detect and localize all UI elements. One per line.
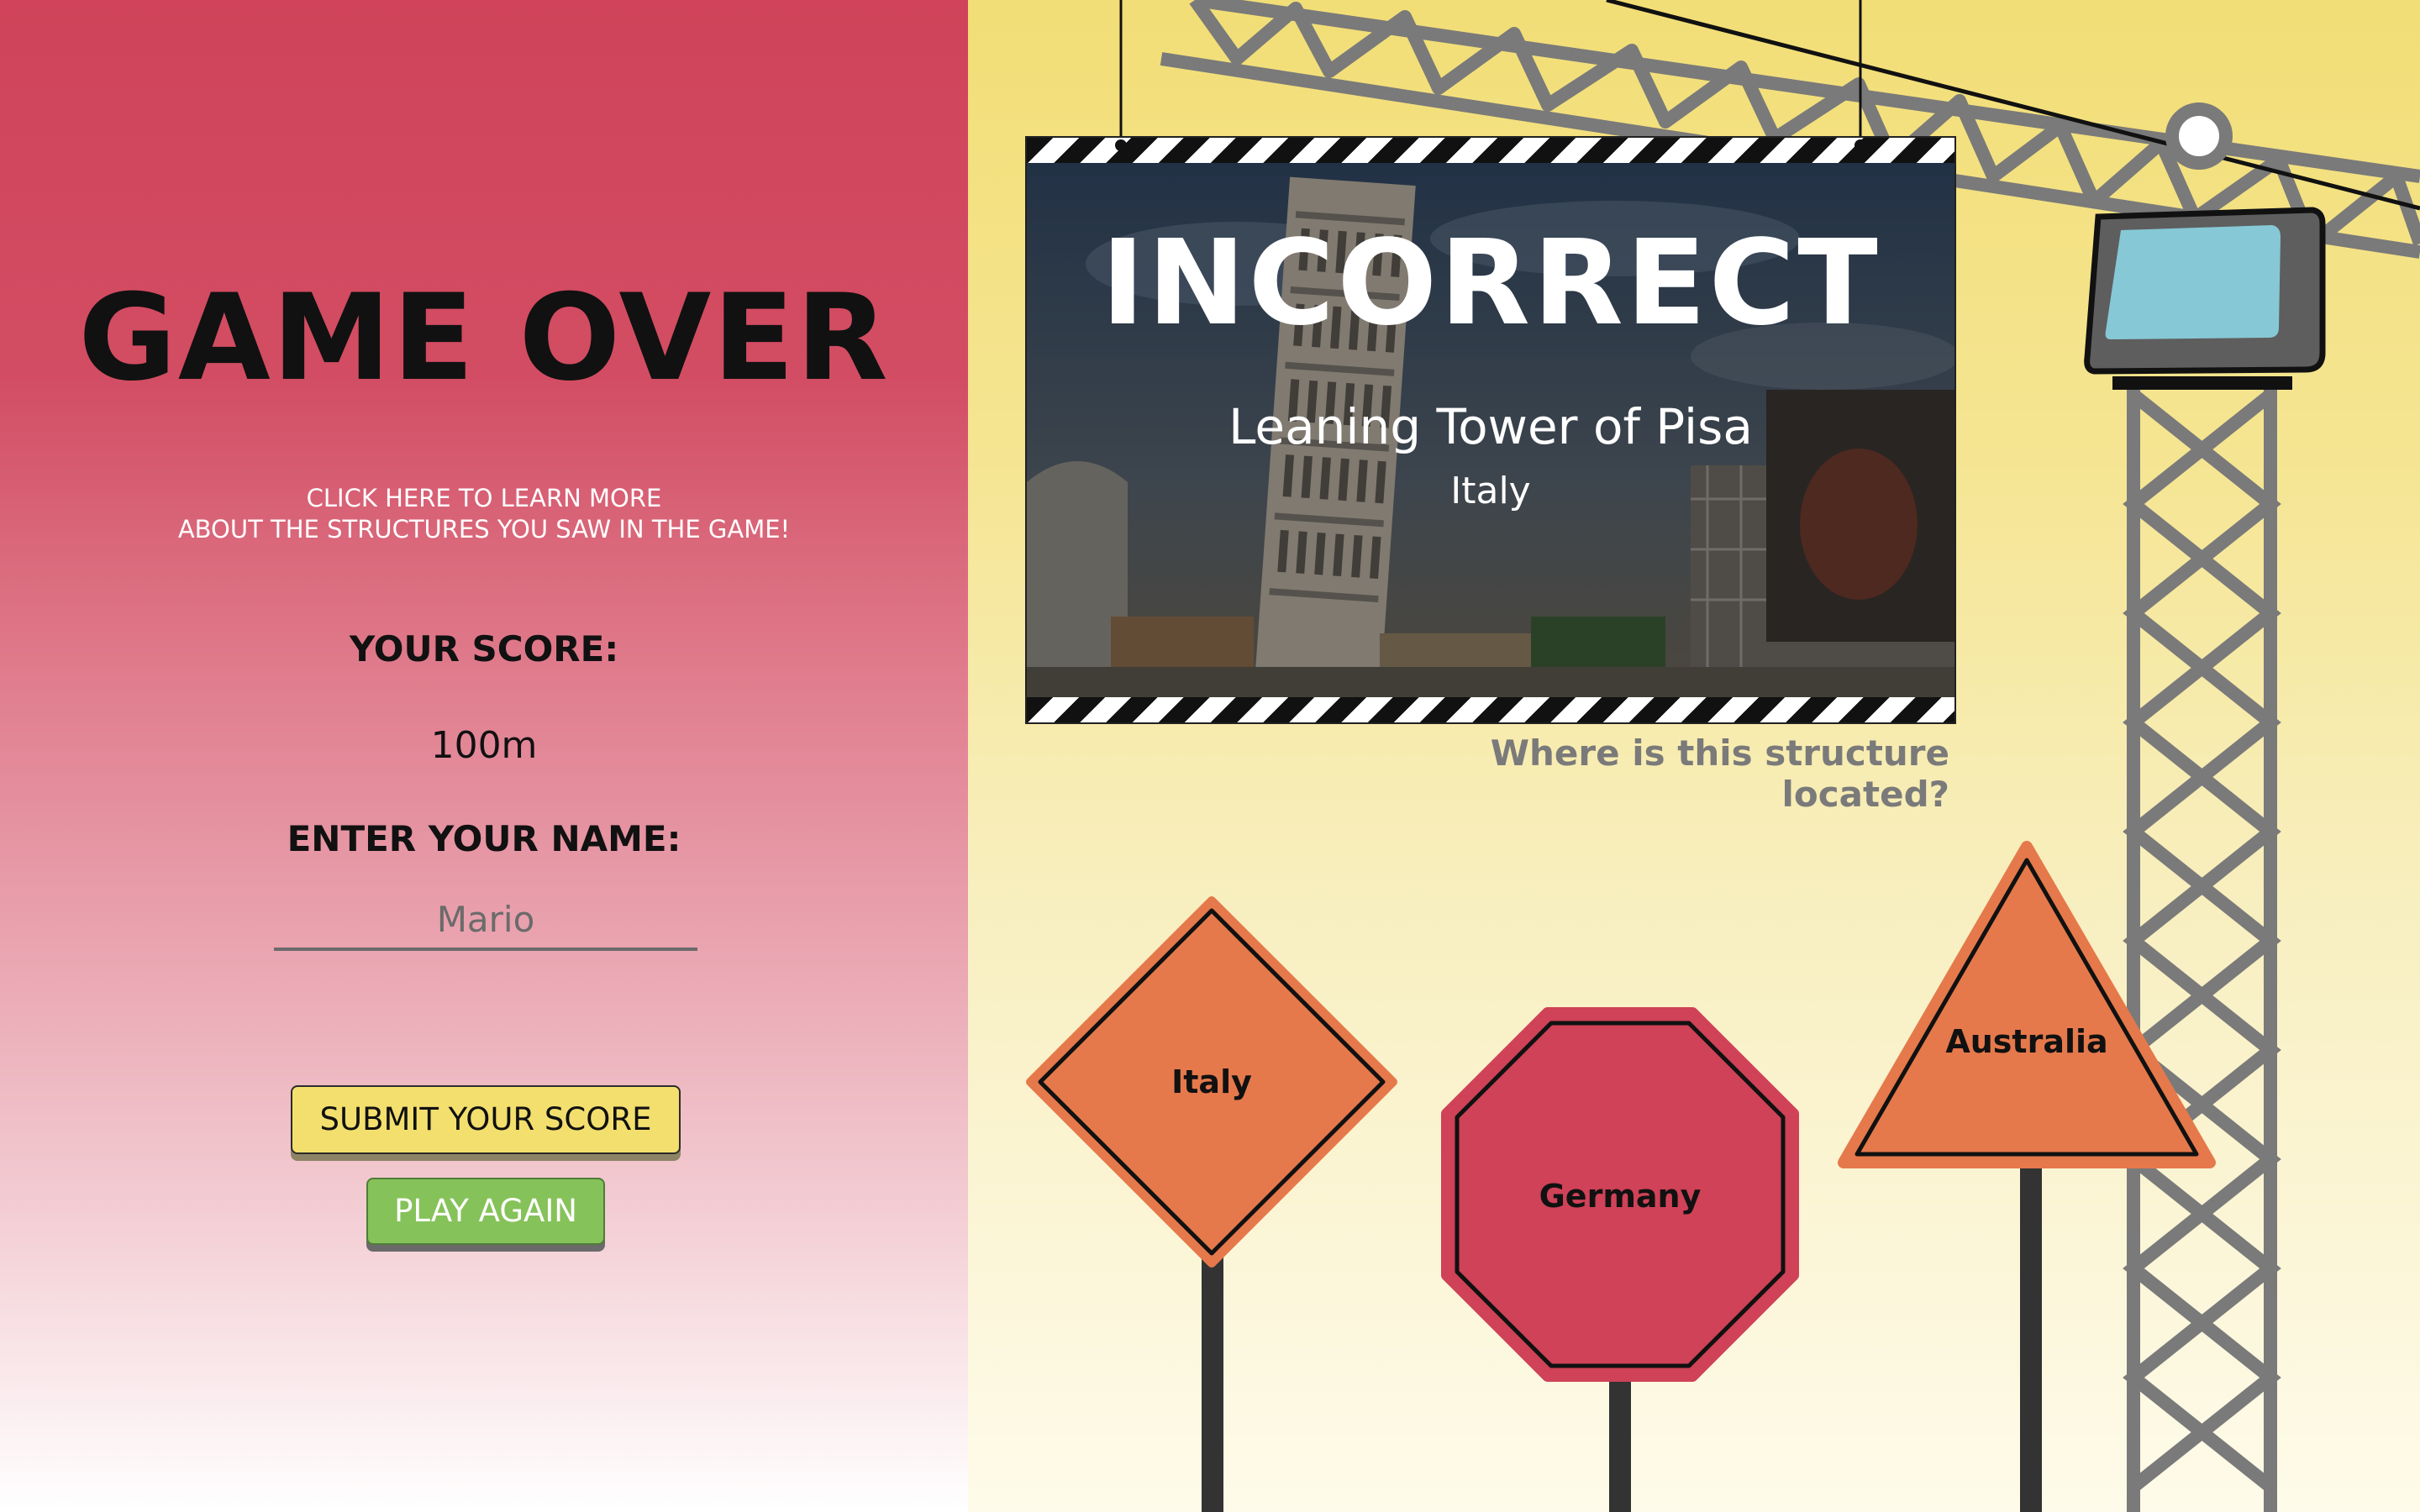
hazard-stripe-top [1027, 138, 1954, 163]
score-value: 100m [430, 724, 538, 767]
game-over-title: GAME OVER [78, 269, 890, 407]
game-over-panel: GAME OVER CLICK HERE TO LEARN MORE ABOUT… [0, 0, 968, 1512]
hazard-stripe-bottom [1027, 697, 1954, 722]
answer-australia[interactable]: Australia [1859, 1023, 2195, 1060]
name-label: ENTER YOUR NAME: [287, 818, 681, 859]
learn-more-line-1: CLICK HERE TO LEARN MORE [306, 484, 662, 512]
score-label: YOUR SCORE: [349, 628, 619, 669]
australia-sign-shape [1838, 841, 2216, 1168]
hook-dot-left [1115, 139, 1127, 151]
result-title: INCORRECT [1101, 215, 1881, 352]
learn-more-line-2: ABOUT THE STRUCTURES YOU SAW IN THE GAME… [177, 515, 791, 543]
learn-more-link[interactable]: CLICK HERE TO LEARN MORE ABOUT THE STRUC… [0, 483, 968, 545]
play-again-button[interactable]: PLAY AGAIN [366, 1178, 605, 1245]
hook-dot-right [1854, 139, 1866, 151]
result-board: INCORRECT Leaning Tower of Pisa Italy [1025, 136, 1956, 724]
answer-germany[interactable]: Germany [1452, 1178, 1788, 1215]
structure-country: Italy [1450, 470, 1531, 512]
structure-name: Leaning Tower of Pisa [1228, 398, 1753, 455]
submit-score-button[interactable]: SUBMIT YOUR SCORE [291, 1085, 681, 1154]
answer-italy[interactable]: Italy [1044, 1063, 1380, 1100]
question-text: Where is this structure located? [1490, 732, 1949, 815]
name-input[interactable] [274, 890, 697, 951]
